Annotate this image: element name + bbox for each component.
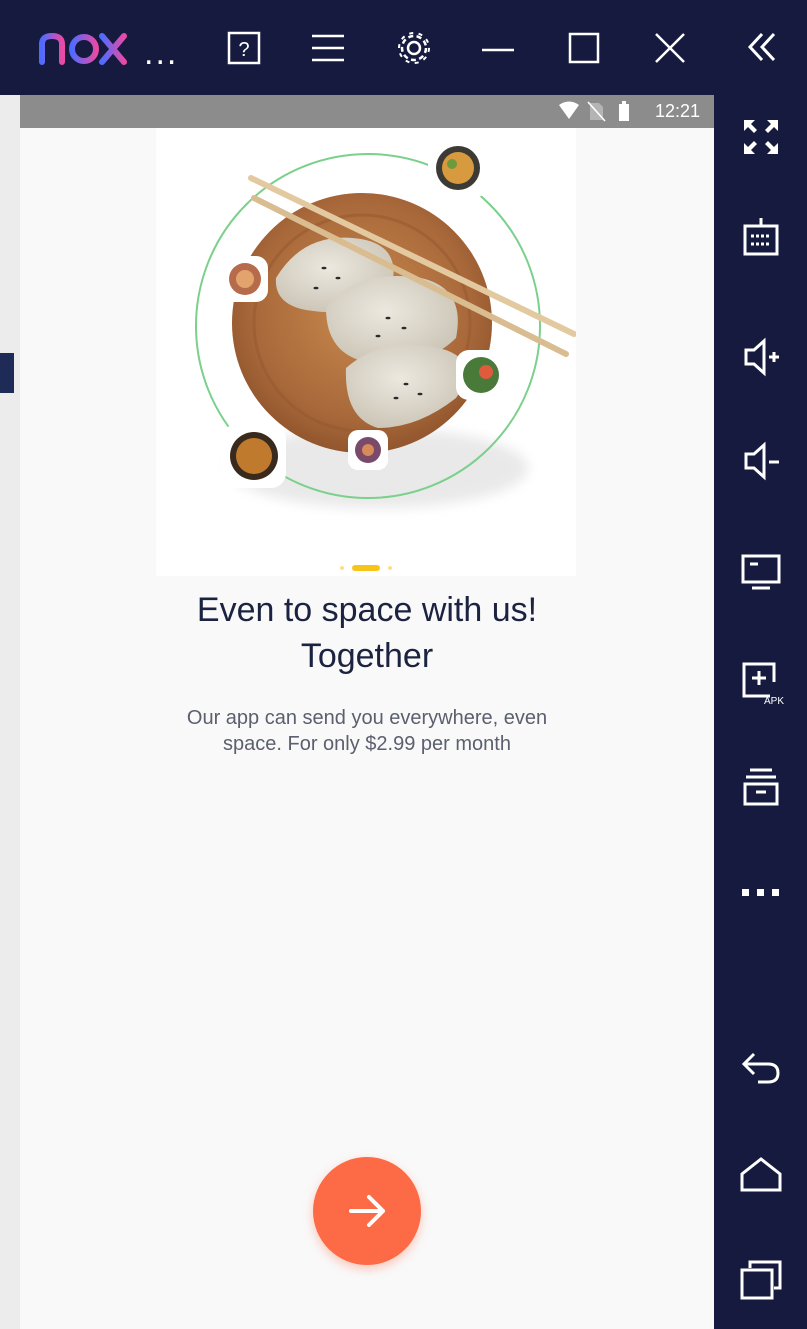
no-sim-icon [587,101,606,122]
onboarding-description-line-2: space. For only $2.99 per month [223,733,511,755]
fullscreen-icon[interactable] [736,112,786,162]
next-button[interactable] [313,1157,421,1265]
dumplings-bowl-illustration [195,138,576,508]
home-icon[interactable] [736,1150,786,1200]
page-indicator [340,559,396,571]
settings-icon[interactable] [392,26,436,70]
onboarding-title-line-1: Even to space with us! [196,591,538,629]
volume-up-icon[interactable] [736,332,786,382]
onboarding-title: Even to space with us! Together [20,587,714,679]
more-icon[interactable] [736,868,786,918]
dish-thumbnail-bottom [348,430,388,470]
dish-thumbnail-right [456,350,506,400]
nox-logo [38,28,130,68]
status-time: 12:21 [654,101,700,121]
dish-thumbnail-bottom-left [222,424,286,488]
menu-icon[interactable] [306,26,350,70]
screen-icon[interactable] [736,548,786,598]
minimize-icon[interactable] [476,26,520,70]
maximize-icon[interactable] [562,26,606,70]
keyboard-icon[interactable] [736,212,786,262]
background-window-strip [0,353,14,393]
status-bar: 12:21 [20,95,714,128]
help-icon[interactable]: ? [222,26,266,70]
battery-icon [619,101,629,121]
svg-text:APK: APK [764,696,784,707]
nox-logo-mark [39,32,127,65]
svg-text:?: ? [238,39,249,61]
dish-thumbnail-left [222,256,268,302]
onboarding-description-line-1: Our app can send you everywhere, even [186,707,548,729]
back-icon[interactable] [736,1042,786,1092]
recents-icon[interactable] [736,1254,786,1304]
onboarding-title-line-2: Together [300,637,434,675]
page-dot-2-active [352,565,380,571]
collapse-icon[interactable] [736,22,786,72]
android-screen: 12:21 Even to space with us! Together Ou… [20,95,714,1329]
onboarding-description: Our app can send you everywhere, even sp… [130,705,604,757]
background-window-edge [0,95,20,1329]
multi-instance-icon[interactable] [736,762,786,812]
arrow-right-icon [349,1195,385,1227]
status-icons [558,101,636,123]
page-dot-1 [340,566,344,570]
volume-down-icon[interactable] [736,436,786,486]
emulator-toolbar: ... ? [0,0,807,95]
more-menu-button[interactable]: ... [144,36,178,70]
dish-thumbnail-top [428,138,488,198]
page-dot-3 [388,566,392,570]
close-icon[interactable] [648,26,692,70]
hero-illustration [156,128,576,576]
wifi-icon [559,101,579,119]
emulator-sidebar: APK [714,0,807,1329]
apk-install-icon[interactable]: APK [736,658,786,708]
